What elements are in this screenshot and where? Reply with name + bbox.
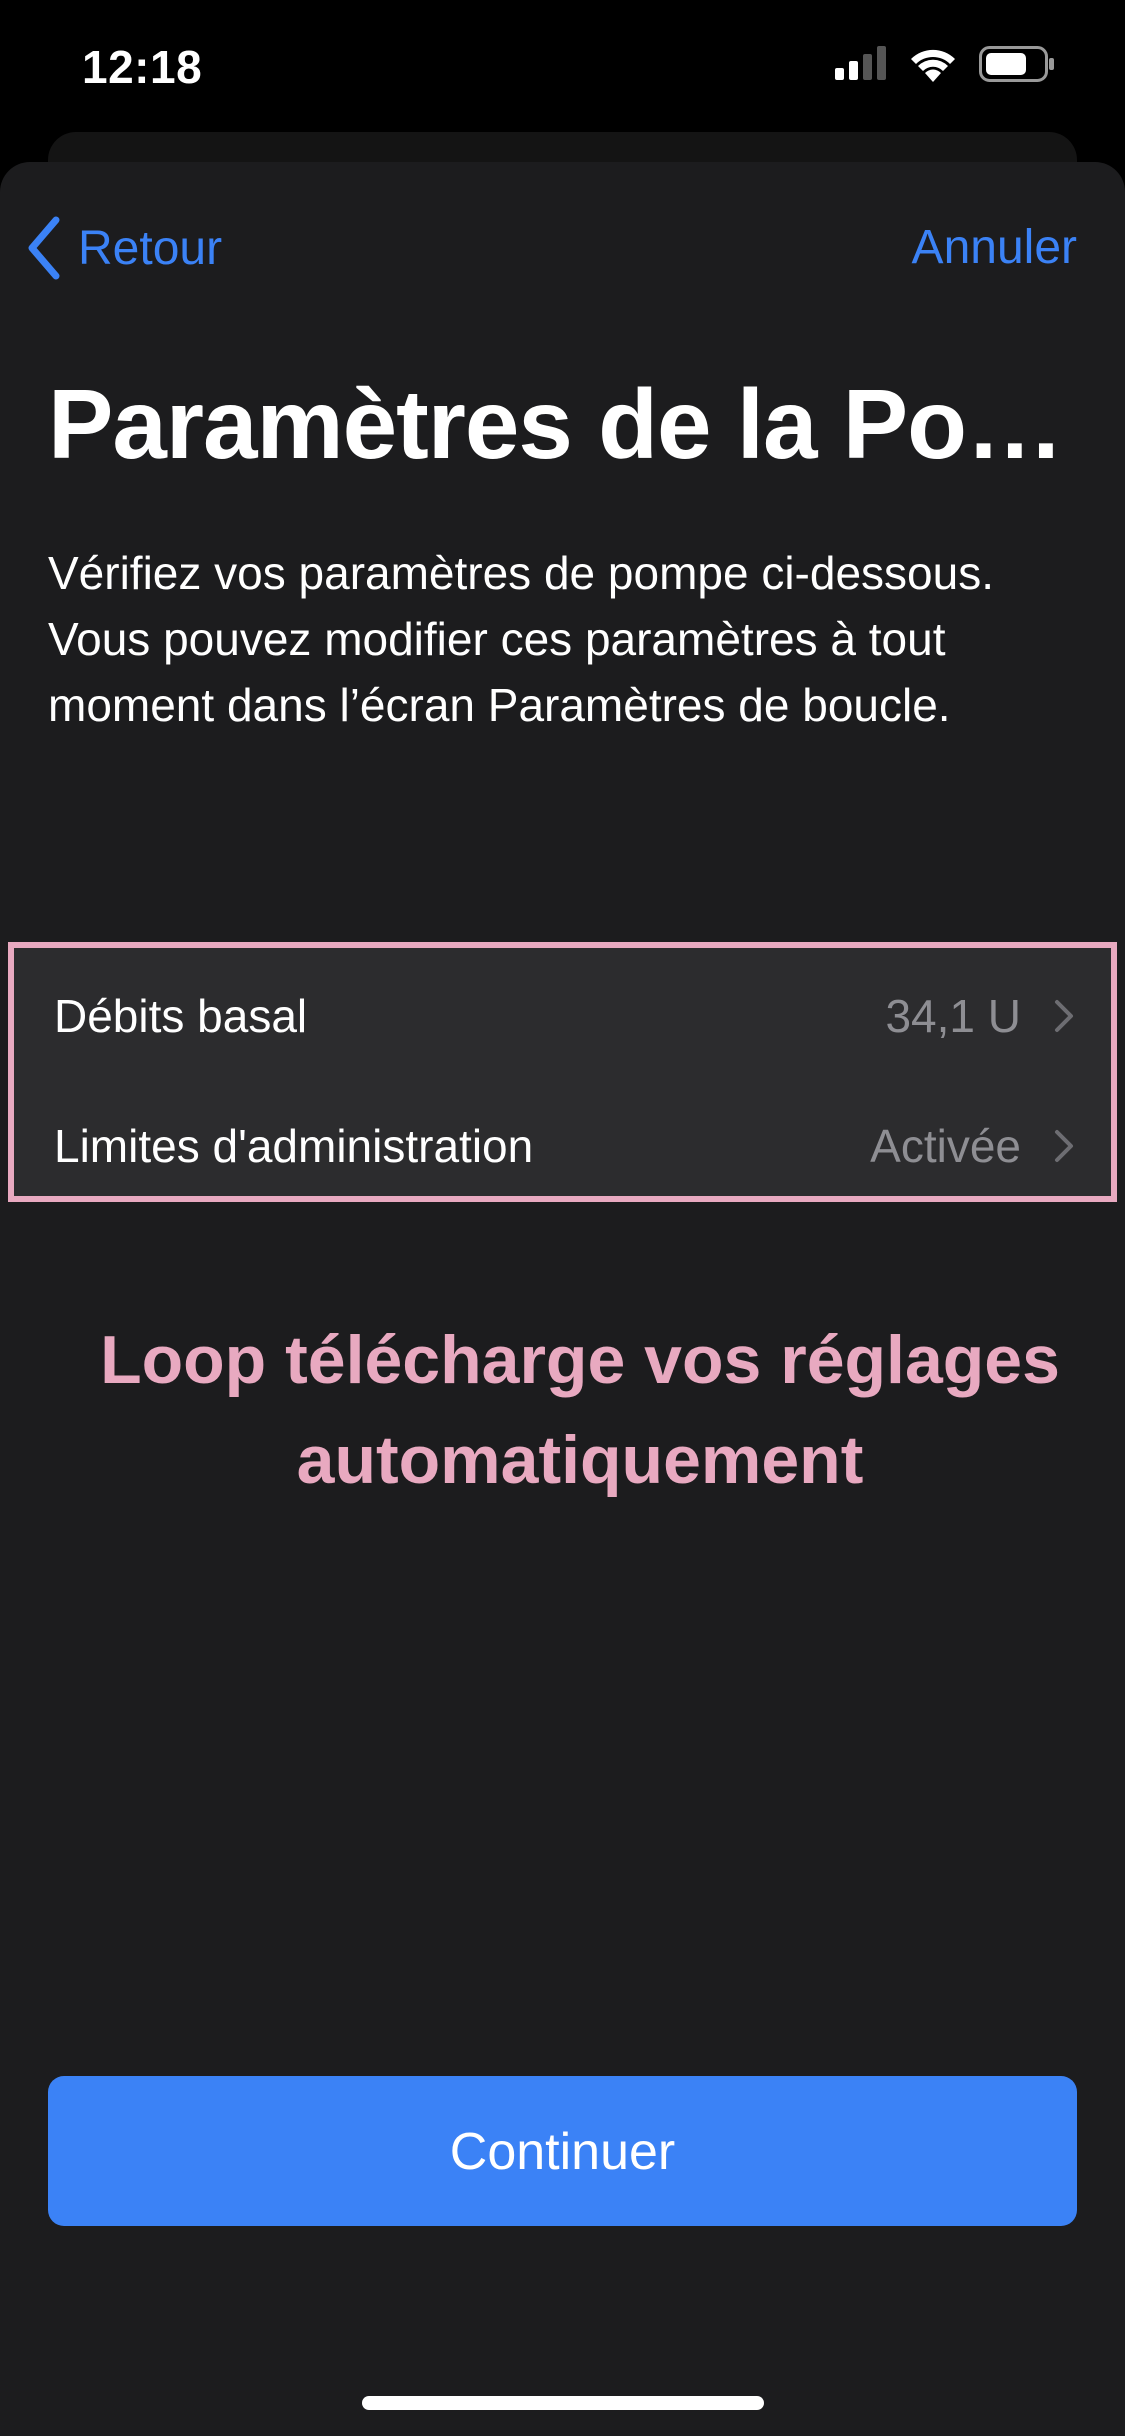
chevron-left-icon xyxy=(28,216,60,280)
page-description: Vérifiez vos paramètres de pompe ci-dess… xyxy=(48,547,994,731)
back-button[interactable]: Retour xyxy=(24,216,223,280)
status-time: 12:18 xyxy=(82,41,203,93)
page-title: Paramètres de la Po… xyxy=(48,369,1064,479)
settings-row-value: Activée xyxy=(870,1120,1021,1172)
chevron-right-icon xyxy=(1055,1130,1073,1162)
status-bar: 12:18 xyxy=(0,0,1125,130)
home-indicator[interactable] xyxy=(362,2396,764,2410)
chevron-right-icon xyxy=(1055,1000,1073,1032)
continue-button[interactable]: Continuer xyxy=(48,2076,1077,2226)
cancel-button[interactable]: Annuler xyxy=(912,218,1077,278)
back-button-label: Retour xyxy=(78,221,223,275)
wifi-icon xyxy=(911,49,955,82)
signal-icon xyxy=(835,46,886,80)
settings-row-basal-rates[interactable]: Débits basal 34,1 U xyxy=(14,954,1111,1078)
settings-row-delivery-limits[interactable]: Limites d'administration Activée xyxy=(14,1084,1111,1208)
settings-row-label: Limites d'administration xyxy=(54,1120,534,1172)
pump-settings-list: Débits basal 34,1 U Limites d'administra… xyxy=(8,942,1117,1202)
annotation-text: Loop télécharge vos réglages automatique… xyxy=(100,1322,1060,1498)
settings-row-value: 34,1 U xyxy=(885,990,1021,1042)
battery-icon xyxy=(979,46,1054,82)
settings-row-label: Débits basal xyxy=(54,990,308,1042)
